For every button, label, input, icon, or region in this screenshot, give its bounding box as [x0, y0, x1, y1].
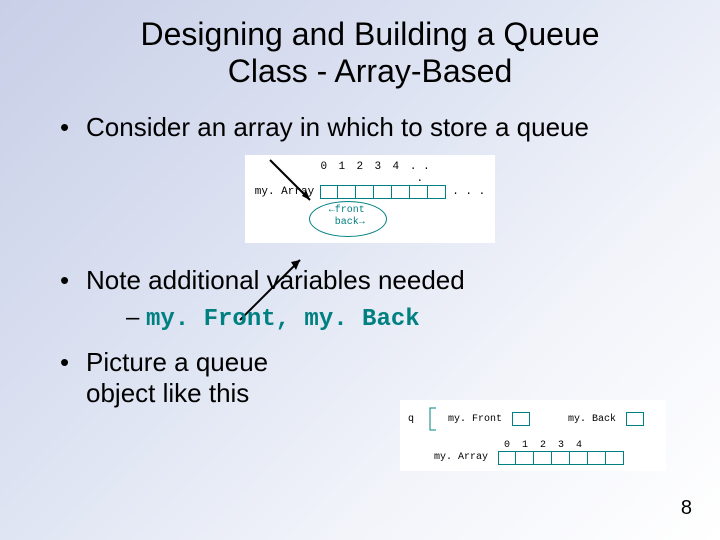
front-back-text: ←front back→ [329, 205, 365, 229]
title-line-1: Designing and Building a Queue [141, 16, 600, 52]
page-number: 8 [681, 497, 692, 520]
slide: Designing and Building a Queue Class - A… [0, 0, 720, 540]
bullet-3-line-2: object like this [86, 378, 249, 408]
sub-bullet-list: my. Front, my. Back [126, 304, 680, 335]
front-label: front [335, 205, 365, 216]
bullet-list: Consider an array in which to store a qu… [60, 112, 680, 143]
q-index: 3 [552, 440, 570, 451]
bullet-1: Consider an array in which to store a qu… [60, 112, 680, 143]
array-cell [534, 451, 552, 465]
index-2: 2 [351, 161, 369, 185]
bracket-icon [428, 406, 438, 432]
bullet-2: Note additional variables needed my. Fro… [60, 265, 680, 335]
array-cell [410, 185, 428, 199]
q-array-block: 0 1 2 3 4 [494, 440, 624, 465]
index-1: 1 [333, 161, 351, 185]
q-index: 4 [570, 440, 588, 451]
array-dots: . . . [452, 186, 485, 198]
q-row-1: q my. Front my. Back [408, 406, 658, 432]
array-cell [356, 185, 374, 199]
q-array-label: my. Array [434, 452, 488, 463]
index-3: 3 [369, 161, 387, 185]
array-cell [498, 451, 516, 465]
code-text: my. Front, my. Back [146, 306, 420, 333]
index-4: 4 [387, 161, 405, 185]
array-cell [392, 185, 410, 199]
q-row-2: my. Array 0 1 2 3 4 [408, 440, 658, 465]
array-cell [588, 451, 606, 465]
q-label: q [408, 414, 414, 425]
diagram-box: 0 1 2 3 4 . . . my. Array . . . [245, 155, 495, 243]
queue-object-diagram: q my. Front my. Back my. Array 0 1 2 3 4 [400, 400, 666, 471]
index-0: 0 [315, 161, 333, 185]
index-ellipsis: . . . [405, 161, 435, 185]
bullet-3: Picture a queue object like this [60, 347, 386, 409]
back-box [626, 412, 644, 426]
q-array-cells [498, 451, 624, 465]
bullet-2-text: Note additional variables needed [86, 265, 465, 295]
back-label: back [335, 217, 359, 228]
title-line-2: Class - Array-Based [228, 53, 513, 89]
array-cells [320, 185, 446, 199]
array-row: my. Array . . . [255, 185, 485, 199]
array-cell [320, 185, 338, 199]
front-box [512, 412, 530, 426]
front-back-group: ←front back→ [315, 203, 405, 237]
array-cell [552, 451, 570, 465]
array-cell [570, 451, 588, 465]
back-field-label: my. Back [568, 414, 616, 425]
bullet-3-line-1: Picture a queue [86, 347, 268, 377]
q-index-row: 0 1 2 3 4 [498, 440, 624, 451]
array-diagram-1: 0 1 2 3 4 . . . my. Array . . . [60, 155, 680, 243]
q-index: 2 [534, 440, 552, 451]
array-cell [516, 451, 534, 465]
slide-title: Designing and Building a Queue Class - A… [60, 16, 680, 90]
array-cell [338, 185, 356, 199]
array-cell [428, 185, 446, 199]
q-index: 1 [516, 440, 534, 451]
sub-bullet: my. Front, my. Back [126, 304, 680, 335]
q-index: 0 [498, 440, 516, 451]
array-cell [606, 451, 624, 465]
bullet-list-2: Note additional variables needed my. Fro… [60, 265, 680, 409]
array-cell [374, 185, 392, 199]
index-row: 0 1 2 3 4 . . . [315, 161, 485, 185]
front-field-label: my. Front [448, 414, 502, 425]
array-label: my. Array [255, 186, 314, 198]
